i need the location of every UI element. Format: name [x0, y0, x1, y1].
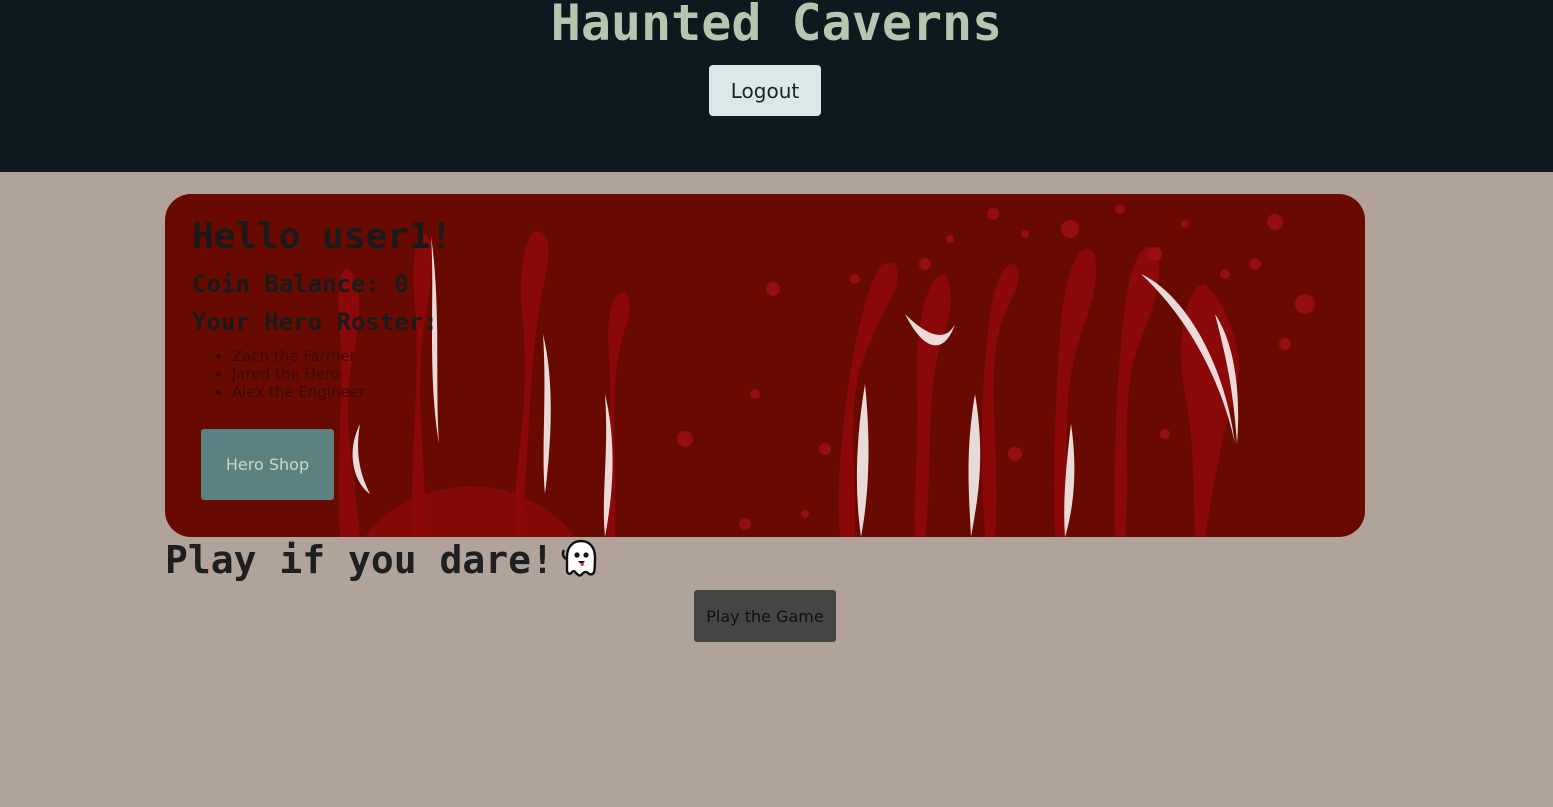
- roster-title: Your Hero Roster:: [192, 308, 438, 336]
- logout-button[interactable]: Logout: [709, 65, 821, 116]
- play-game-button[interactable]: Play the Game: [694, 590, 836, 642]
- hero-roster-list: Zach the Farmer Jared the Hero Alex the …: [192, 347, 365, 401]
- site-title: Haunted Caverns: [550, 0, 1003, 52]
- coin-balance: Coin Balance: 0: [192, 270, 409, 298]
- site-header: Haunted Caverns Logout: [0, 0, 1553, 172]
- play-heading-text: Play if you dare!: [165, 538, 554, 582]
- list-item: Jared the Hero: [232, 365, 365, 383]
- greeting: Hello user1!: [192, 216, 453, 257]
- list-item: Alex the Engineer: [232, 383, 365, 401]
- user-dashboard-card: Hello user1! Coin Balance: 0 Your Hero R…: [165, 194, 1365, 537]
- play-heading: Play if you dare!: [165, 537, 602, 588]
- list-item: Zach the Farmer: [232, 347, 365, 365]
- ghost-icon: [560, 537, 602, 588]
- hero-shop-button[interactable]: Hero Shop: [201, 429, 334, 500]
